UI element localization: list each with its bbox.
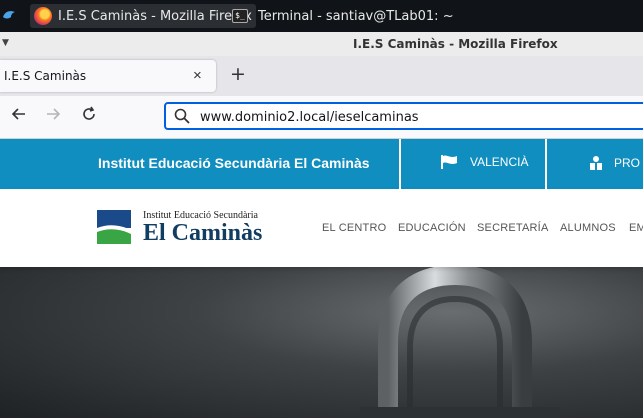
padlock-image <box>360 267 560 418</box>
taskbar-item-label: I.E.S Caminàs - Mozilla Firefox <box>58 8 252 24</box>
user-group-icon <box>590 156 602 170</box>
reload-icon <box>83 106 95 120</box>
hero-image <box>0 267 643 418</box>
taskbar-item-firefox[interactable]: I.E.S Caminàs - Mozilla Firefox <box>30 4 256 28</box>
window-menu-icon[interactable]: ▼ <box>2 38 9 48</box>
taskbar: I.E.S Caminàs - Mozilla Firefox $_ Termi… <box>0 0 643 32</box>
menu-item-secretaria[interactable]: SECRETARÍA <box>477 222 548 234</box>
new-tab-button[interactable]: + <box>230 63 246 85</box>
menu-item-el-centro[interactable]: EL CENTRO <box>322 222 386 234</box>
site-header: Institut Educació Secundària El Caminàs … <box>0 189 643 267</box>
profile-link[interactable]: PRO <box>588 155 640 171</box>
close-icon[interactable]: × <box>193 67 202 84</box>
taskbar-item-terminal[interactable]: $_ Terminal - santiav@TLab01: ~ <box>232 4 454 28</box>
divider <box>545 139 547 189</box>
flag-icon <box>441 155 457 169</box>
taskbar-item-label: Terminal - santiav@TLab01: ~ <box>258 8 454 24</box>
window-title: I.E.S Caminàs - Mozilla Firefox <box>353 37 558 51</box>
search-icon <box>174 108 190 124</box>
school-logo-icon[interactable] <box>97 210 131 244</box>
navigation-toolbar <box>0 96 643 139</box>
language-selector[interactable]: VALENCIÀ <box>440 155 528 169</box>
menu-item-alumnos[interactable]: ALUMNOS <box>560 222 616 234</box>
reload-button[interactable] <box>80 105 98 128</box>
window-titlebar[interactable]: ▼ I.E.S Caminàs - Mozilla Firefox <box>0 32 643 56</box>
terminal-icon: $_ <box>232 9 248 23</box>
arrow-left-icon <box>11 108 25 120</box>
url-bar[interactable] <box>164 102 643 130</box>
forward-button[interactable] <box>44 105 62 128</box>
back-button[interactable] <box>10 105 28 128</box>
tab-strip: I.E.S Caminàs × + <box>0 56 643 96</box>
arrow-right-icon <box>47 108 61 120</box>
menu-item-educacion[interactable]: EDUCACIÓN <box>398 222 466 234</box>
system-menu-icon[interactable] <box>2 8 16 22</box>
divider <box>399 139 401 189</box>
logo-title[interactable]: El Caminàs <box>143 220 262 247</box>
site-topbar: Institut Educació Secundària El Caminàs … <box>0 139 643 189</box>
url-input[interactable] <box>198 107 642 127</box>
menu-item-em[interactable]: EM <box>629 222 643 234</box>
tab-title: I.E.S Caminàs <box>4 69 87 83</box>
language-label: VALENCIÀ <box>470 155 529 169</box>
profile-label: PRO <box>614 156 641 170</box>
tab-ies-caminas[interactable]: I.E.S Caminàs × <box>0 60 216 92</box>
school-name[interactable]: Institut Educació Secundària El Caminàs <box>98 155 370 171</box>
firefox-icon <box>34 7 52 25</box>
